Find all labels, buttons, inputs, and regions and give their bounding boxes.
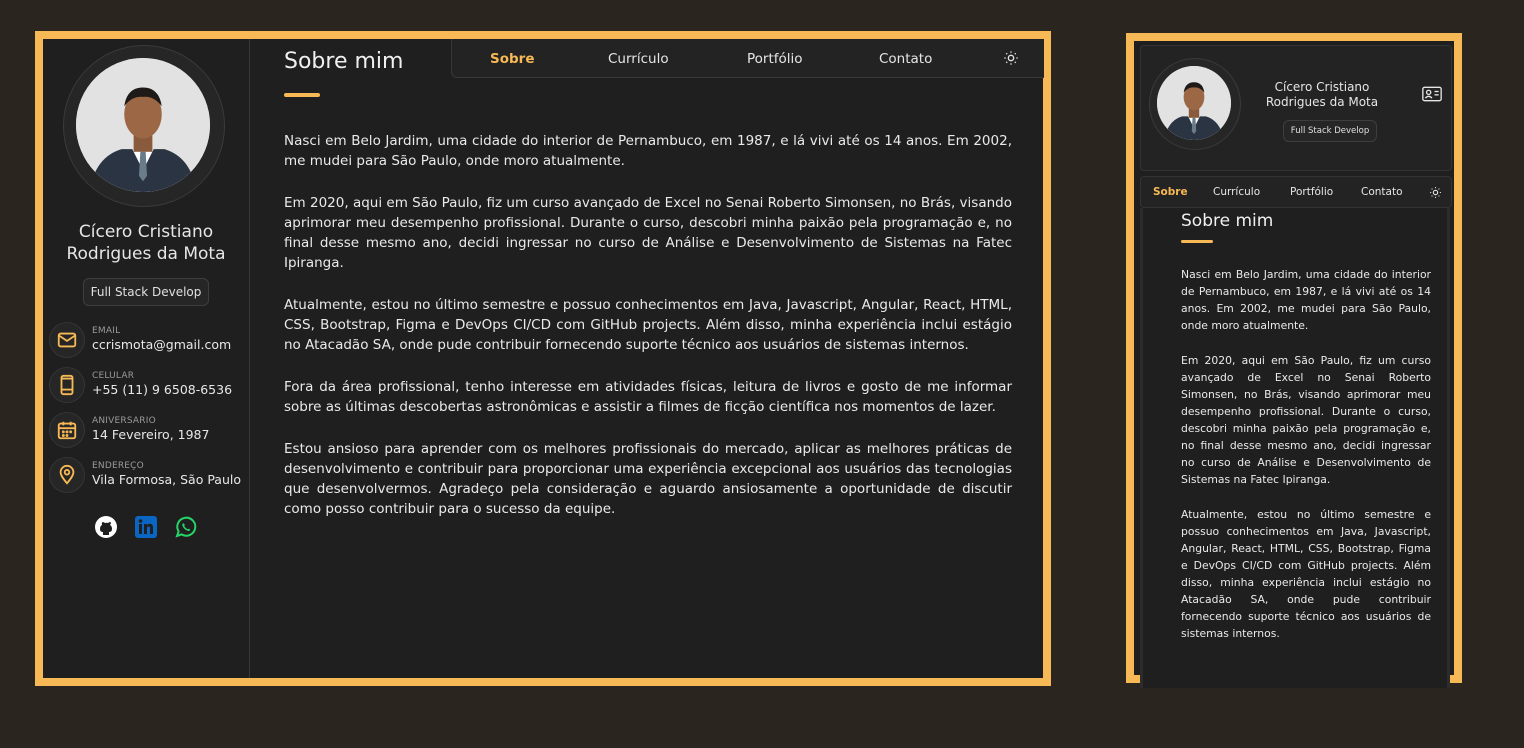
mail-icon — [49, 322, 85, 358]
tab-sobre[interactable]: Sobre — [490, 51, 534, 67]
title-underline — [284, 93, 320, 97]
contact-label: EMAIL — [92, 326, 121, 336]
phone-icon — [49, 367, 85, 403]
about-paragraph: Atualmente, estou no último semestre e p… — [1181, 508, 1431, 640]
calendar-icon — [49, 412, 85, 448]
profile-name-line1: Cícero Cristiano — [1274, 80, 1370, 94]
tab-portfolio[interactable]: Portfólio — [1290, 186, 1333, 198]
sun-icon[interactable] — [1428, 185, 1442, 199]
profile-name-line2: Rodrigues da Mota — [66, 244, 226, 264]
about-text: Nasci em Belo Jardim, uma cidade do inte… — [284, 131, 1012, 541]
location-icon — [49, 457, 85, 493]
tab-sobre[interactable]: Sobre — [1153, 186, 1188, 198]
profile-name-line2: Rodrigues da Mota — [1265, 95, 1379, 109]
social-links — [43, 515, 249, 539]
about-paragraph: Nasci em Belo Jardim, uma cidade do inte… — [284, 133, 1012, 169]
tab-contato[interactable]: Contato — [1361, 186, 1403, 198]
desktop-preview: Cícero Cristiano Rodrigues da Mota Full … — [35, 31, 1051, 686]
profile-name: Cícero Cristiano Rodrigues da Mota — [43, 221, 249, 265]
role-badge: Full Stack Develop — [1283, 120, 1377, 142]
profile-name-line1: Cícero Cristiano — [78, 222, 214, 242]
contact-label: ENDEREÇO — [92, 461, 144, 471]
mobile-nav: Sobre Currículo Portfólio Contato — [1140, 176, 1452, 208]
tab-portfolio[interactable]: Portfólio — [747, 51, 803, 67]
role-badge: Full Stack Develop — [83, 278, 209, 306]
tab-contato[interactable]: Contato — [879, 51, 932, 67]
contact-label: CELULAR — [92, 371, 135, 381]
about-paragraph: Nasci em Belo Jardim, uma cidade do inte… — [1181, 268, 1431, 332]
sun-icon[interactable] — [1002, 49, 1020, 67]
mobile-profile-header: Cícero Cristiano Rodrigues da Mota Full … — [1140, 45, 1452, 171]
mobile-preview: Cícero Cristiano Rodrigues da Mota Full … — [1126, 33, 1462, 688]
profile-name: Cícero Cristiano Rodrigues da Mota — [1253, 80, 1391, 110]
about-paragraph: Estou ansioso para aprender com os melho… — [284, 441, 1012, 517]
tab-curriculo[interactable]: Currículo — [1213, 186, 1260, 198]
contact-value[interactable]: +55 (11) 9 6508-6536 — [92, 382, 232, 397]
title-underline — [1181, 240, 1213, 243]
about-paragraph: Fora da área profissional, tenho interes… — [284, 379, 1012, 415]
contact-value: 14 Fevereiro, 1987 — [92, 427, 210, 442]
mobile-about-content: Sobre mim Nasci em Belo Jardim, uma cida… — [1140, 208, 1450, 688]
avatar — [76, 58, 210, 192]
contact-birthday: ANIVERSARIO 14 Fevereiro, 1987 — [49, 412, 249, 450]
contact-email: EMAIL ccrismota@gmail.com — [49, 322, 249, 360]
contact-card-icon[interactable] — [1422, 86, 1442, 102]
github-icon[interactable] — [94, 515, 118, 539]
contact-label: ANIVERSARIO — [92, 416, 156, 426]
whatsapp-icon[interactable] — [174, 515, 198, 539]
about-paragraph: Atualmente, estou no último semestre e p… — [284, 297, 1012, 353]
about-paragraph: Em 2020, aqui em São Paulo, fiz um curso… — [1181, 354, 1431, 486]
page-title: Sobre mim — [284, 49, 404, 74]
contact-address: ENDEREÇO Vila Formosa, São Paulo — [49, 457, 249, 495]
main-nav: Sobre Currículo Portfólio Contato — [451, 39, 1044, 78]
about-paragraph: Em 2020, aqui em São Paulo, fiz um curso… — [284, 195, 1012, 271]
linkedin-icon[interactable] — [134, 515, 158, 539]
tab-curriculo[interactable]: Currículo — [608, 51, 669, 67]
avatar — [1157, 66, 1231, 140]
about-text: Nasci em Belo Jardim, uma cidade do inte… — [1181, 266, 1431, 660]
profile-sidebar: Cícero Cristiano Rodrigues da Mota Full … — [43, 39, 250, 678]
contact-phone: CELULAR +55 (11) 9 6508-6536 — [49, 367, 249, 405]
contact-value[interactable]: ccrismota@gmail.com — [92, 337, 231, 352]
contact-value: Vila Formosa, São Paulo — [92, 472, 242, 487]
page-title: Sobre mim — [1181, 211, 1274, 231]
